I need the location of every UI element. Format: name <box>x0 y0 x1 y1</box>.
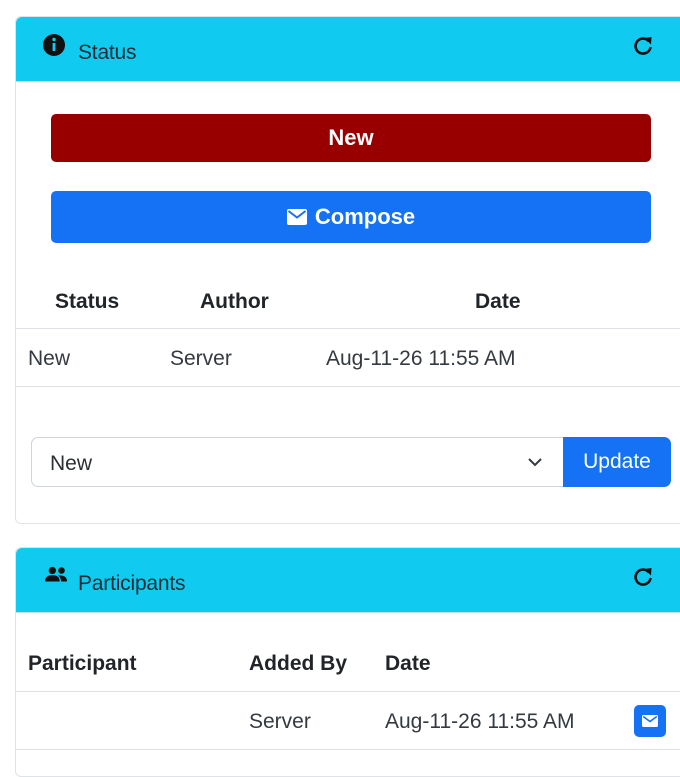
status-card-header: Status <box>16 17 680 82</box>
update-button-label: Update <box>583 450 651 473</box>
compose-button-label: Compose <box>314 204 416 229</box>
author-column-header: Author <box>200 290 269 313</box>
status-card-title: Status <box>78 41 137 64</box>
date-cell: Aug-11-26 11:55 AM <box>326 347 516 370</box>
status-card: Status New Compose Status Author Date Ne… <box>15 16 680 524</box>
compose-button[interactable]: Compose <box>51 191 651 243</box>
refresh-icon[interactable] <box>632 566 654 588</box>
table-header-divider <box>16 691 680 692</box>
envelope-icon <box>286 209 307 225</box>
participants-card-header: Participants <box>16 548 680 613</box>
status-select[interactable]: New <box>31 437 563 487</box>
added-by-column-header: Added By <box>249 652 348 675</box>
envelope-icon <box>642 715 658 727</box>
chevron-down-icon <box>528 458 542 467</box>
table-row-divider <box>16 386 680 387</box>
date-column-header: Date <box>385 652 431 675</box>
status-column-header: Status <box>55 290 120 313</box>
new-button[interactable]: New <box>51 114 651 162</box>
participant-column-header: Participant <box>28 652 137 675</box>
participants-card-title: Participants <box>78 572 186 595</box>
table-header-divider <box>16 328 680 329</box>
update-button[interactable]: Update <box>563 437 671 487</box>
author-cell: Server <box>170 347 232 370</box>
date-column-header: Date <box>475 290 521 313</box>
people-icon <box>45 566 67 582</box>
email-participant-button[interactable] <box>634 705 666 737</box>
added-by-cell: Server <box>249 710 311 733</box>
refresh-icon[interactable] <box>632 35 654 57</box>
new-button-label: New <box>328 125 374 150</box>
date-cell: Aug-11-26 11:55 AM <box>385 710 575 733</box>
info-circle-icon <box>43 34 65 56</box>
status-cell: New <box>28 347 71 370</box>
status-select-value: New <box>50 452 93 475</box>
participants-card: Participants Participant Added By Date S… <box>15 547 680 777</box>
table-row-divider <box>16 749 680 750</box>
